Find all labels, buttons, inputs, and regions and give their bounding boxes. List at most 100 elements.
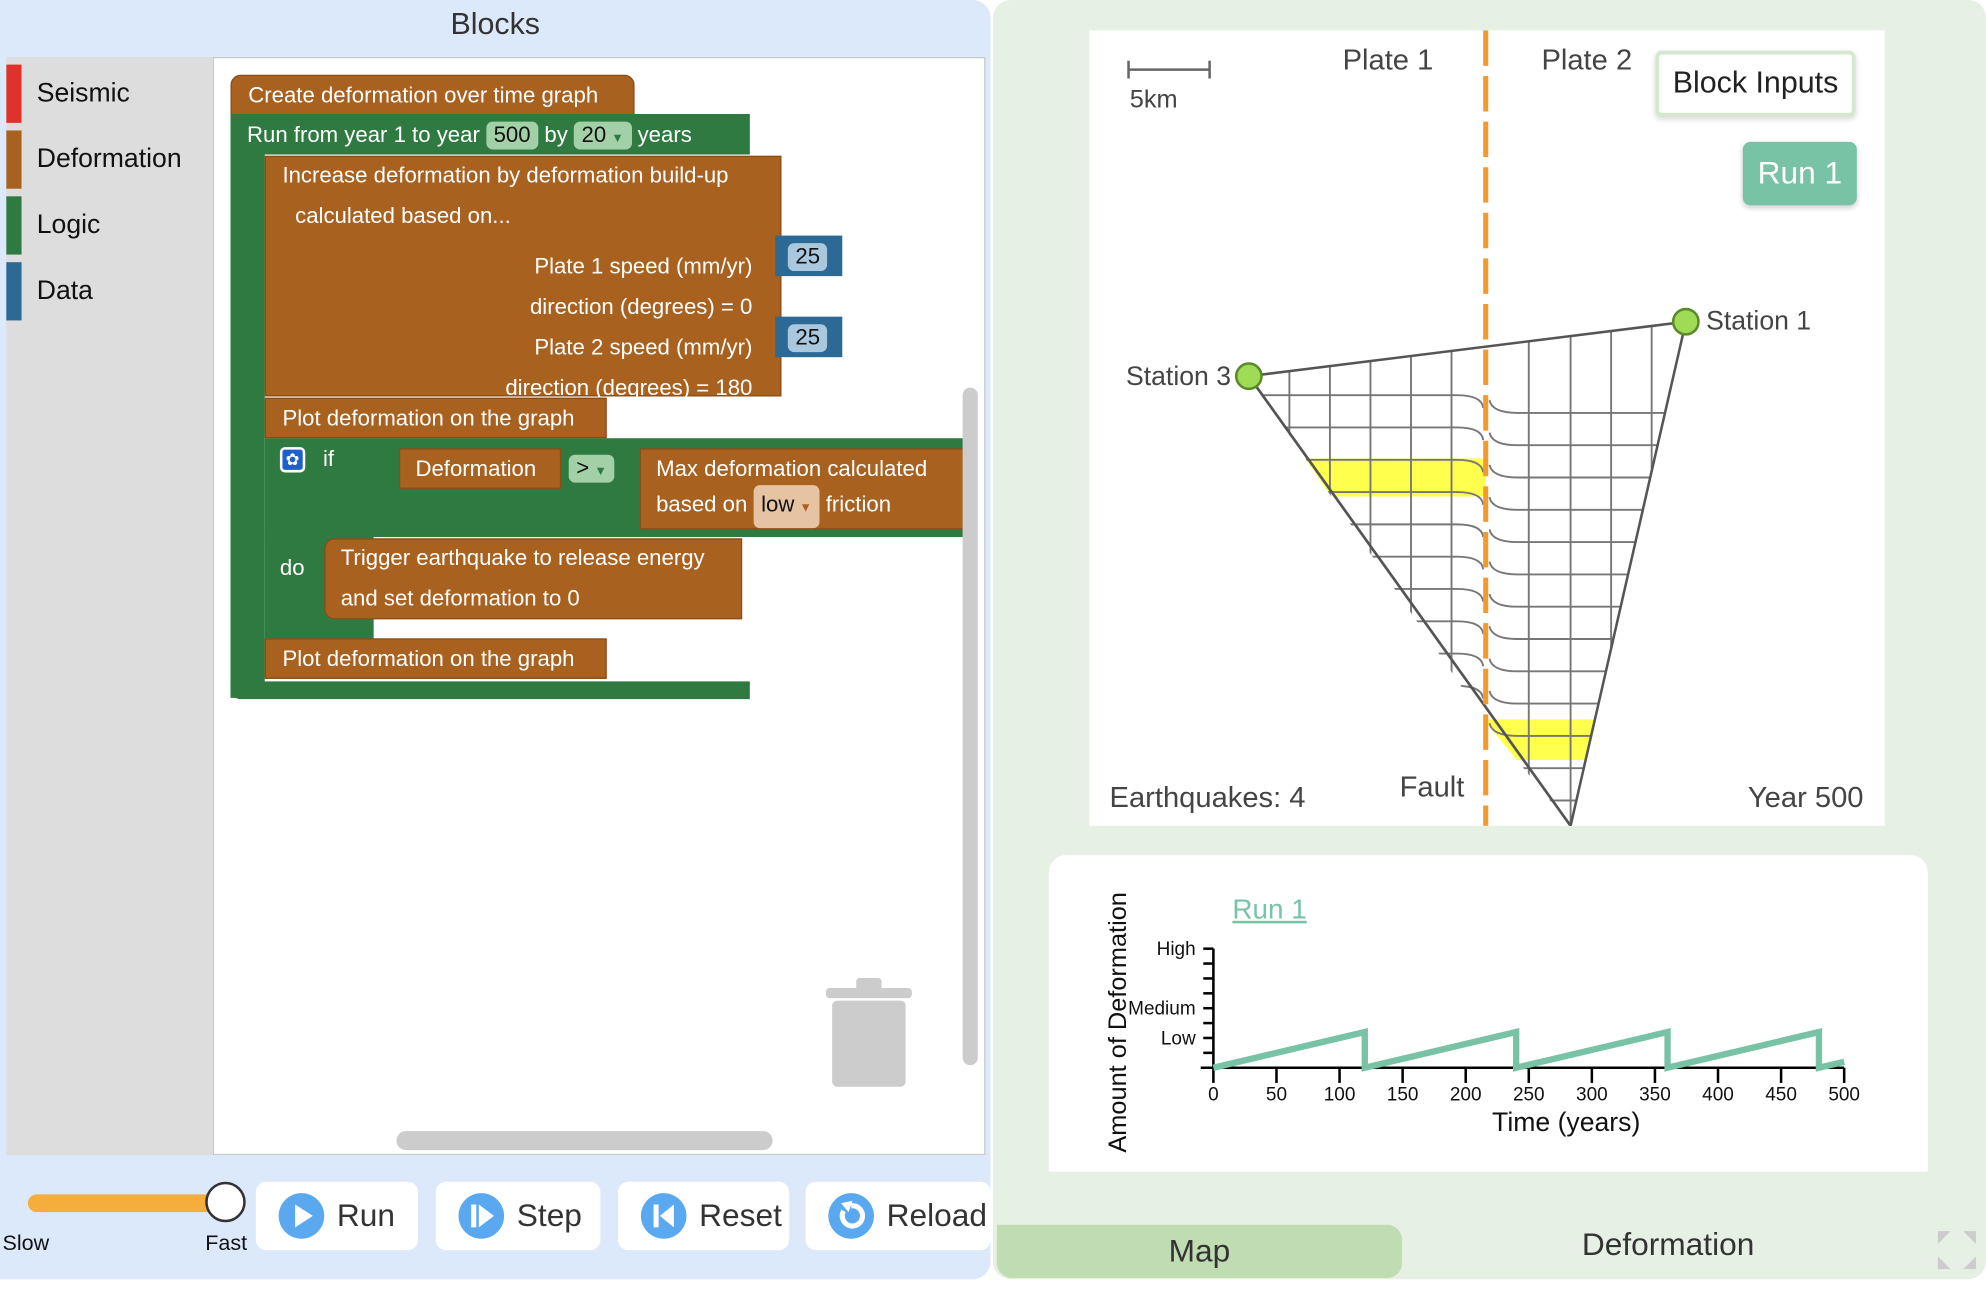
x-tick-label: 200 bbox=[1450, 1085, 1482, 1106]
trash-icon[interactable] bbox=[825, 977, 912, 1089]
block-text: Run from year 1 to year bbox=[246, 121, 480, 147]
grid-line bbox=[1248, 684, 1485, 699]
run-button[interactable]: Run bbox=[255, 1181, 418, 1251]
x-tick-label: 500 bbox=[1828, 1085, 1860, 1106]
category-logic[interactable]: Logic bbox=[6, 196, 212, 255]
operator-dropdown[interactable]: > ▼ bbox=[568, 454, 615, 482]
fault-label: Fault bbox=[1399, 770, 1465, 804]
block-text: calculated based on... bbox=[295, 202, 511, 228]
station-1-label: Station 1 bbox=[1706, 306, 1812, 336]
category-label: Data bbox=[36, 276, 93, 306]
reload-button[interactable]: Reload bbox=[805, 1181, 991, 1251]
speed-slider-handle[interactable] bbox=[205, 1181, 246, 1223]
scale-label: 5km bbox=[1129, 86, 1178, 114]
y-tick-label: High bbox=[1157, 939, 1196, 960]
grid-line bbox=[1488, 496, 1686, 511]
grid-line bbox=[1248, 426, 1485, 441]
step-button[interactable]: Step bbox=[435, 1181, 601, 1251]
category-color bbox=[6, 130, 22, 189]
create-graph-block[interactable]: Create deformation over time graph bbox=[230, 74, 635, 116]
grid-line bbox=[1248, 749, 1485, 764]
button-label: Run bbox=[336, 1197, 396, 1234]
max-deformation-block[interactable]: Max deformation calculated based on low ▼… bbox=[639, 448, 967, 530]
category-data[interactable]: Data bbox=[6, 262, 212, 321]
speed-slider[interactable] bbox=[27, 1194, 231, 1213]
gear-icon[interactable]: ✿ bbox=[279, 447, 306, 473]
deformation-chart: Low Medium High 0 50 100 150 200 250 300 350 400 450… bbox=[1128, 939, 1860, 1106]
dropdown-arrow-icon: ▼ bbox=[594, 464, 607, 479]
plate2-speed-value[interactable]: 25 bbox=[787, 324, 828, 352]
run-1-button[interactable]: Run 1 bbox=[1742, 141, 1857, 206]
tab-map[interactable]: Map bbox=[996, 1224, 1403, 1278]
grid-line bbox=[1488, 593, 1686, 608]
plate1-label: Plate 1 bbox=[1342, 43, 1434, 76]
category-label: Seismic bbox=[36, 78, 130, 108]
deformation-variable-block[interactable]: Deformation bbox=[398, 448, 562, 489]
blocks-title: Blocks bbox=[450, 7, 541, 42]
x-tick-label: 250 bbox=[1513, 1085, 1545, 1106]
x-tick-label: 0 bbox=[1208, 1085, 1219, 1106]
grid-line bbox=[1248, 555, 1485, 570]
run-controls: Slow Fast Run Step Reset Reload bbox=[0, 1178, 991, 1267]
friction-dropdown[interactable]: low ▼ bbox=[753, 485, 820, 529]
dropdown-arrow-icon: ▼ bbox=[611, 131, 624, 146]
block-inputs-button[interactable]: Block Inputs bbox=[1655, 50, 1856, 117]
category-label: Logic bbox=[36, 210, 101, 240]
station-1-marker[interactable] bbox=[1671, 307, 1700, 336]
plot-deformation-block[interactable]: Plot deformation on the graph bbox=[264, 397, 607, 439]
y-axis-label: Amount of Deformation bbox=[1104, 892, 1133, 1153]
tab-label: Map bbox=[1168, 1233, 1231, 1269]
trigger-earthquake-block[interactable]: Trigger earthquake to release energy and… bbox=[324, 538, 743, 620]
category-seismic[interactable]: Seismic bbox=[6, 64, 212, 123]
x-axis-label: Time (years) bbox=[1492, 1108, 1641, 1138]
reload-icon bbox=[828, 1193, 874, 1239]
run-loop-block[interactable]: Run from year 1 to year 500 by 20 ▼ years bbox=[230, 113, 750, 155]
plate1-speed-block[interactable]: 25 bbox=[775, 235, 843, 277]
grid-line bbox=[1248, 814, 1485, 826]
block-text: friction bbox=[825, 491, 892, 517]
slow-label: Slow bbox=[2, 1231, 50, 1256]
block-text: and set deformation to 0 bbox=[340, 584, 580, 610]
if-label: if bbox=[322, 445, 335, 472]
year-label: Year 500 bbox=[1747, 780, 1864, 814]
end-year-field[interactable]: 500 bbox=[485, 121, 539, 149]
grid-line bbox=[1248, 652, 1485, 667]
block-text: Increase deformation by deformation buil… bbox=[282, 162, 729, 188]
station-3-marker[interactable] bbox=[1234, 362, 1263, 391]
category-color bbox=[6, 196, 22, 255]
plate1-speed-value[interactable]: 25 bbox=[787, 243, 828, 271]
y-tick-label: Low bbox=[1161, 1028, 1196, 1049]
direction1-label: direction (degrees) = 0 bbox=[529, 293, 753, 320]
horizontal-scrollbar[interactable] bbox=[396, 1131, 773, 1151]
block-text: years bbox=[637, 121, 692, 147]
increase-deformation-block[interactable]: Increase deformation by deformation buil… bbox=[264, 155, 782, 400]
grid-line bbox=[1248, 717, 1485, 732]
grid-line bbox=[1248, 620, 1485, 635]
deformation-grid bbox=[1248, 321, 1686, 826]
y-tick-label: Medium bbox=[1128, 999, 1196, 1020]
reset-icon bbox=[640, 1193, 687, 1239]
earthquake-count: Earthquakes: 4 bbox=[1109, 780, 1306, 814]
vertical-scrollbar[interactable] bbox=[962, 387, 978, 1066]
play-icon bbox=[278, 1193, 325, 1239]
if-block[interactable]: ✿ if Deformation > ▼ Max deformation calc… bbox=[264, 438, 975, 538]
block-text: Max deformation calculated bbox=[656, 455, 928, 482]
reset-button[interactable]: Reset bbox=[618, 1181, 790, 1251]
step-value: 20 bbox=[581, 121, 607, 147]
x-tick-label: 150 bbox=[1387, 1085, 1419, 1106]
category-deformation[interactable]: Deformation bbox=[6, 130, 212, 189]
plate2-speed-block[interactable]: 25 bbox=[775, 316, 843, 358]
station-3-label: Station 3 bbox=[1126, 362, 1232, 392]
plate2-speed-label: Plate 2 speed (mm/yr) bbox=[534, 334, 753, 360]
loop-body-rail bbox=[230, 153, 265, 698]
grid-line bbox=[1248, 588, 1485, 602]
grid-line bbox=[1488, 658, 1686, 673]
deformation-graph-card: Low Medium High 0 50 100 150 200 250 300 350 400 450… bbox=[1048, 854, 1928, 1172]
grid-line bbox=[1248, 394, 1485, 409]
chart-title-run-1[interactable]: Run 1 bbox=[1232, 893, 1306, 926]
fullscreen-icon[interactable] bbox=[1935, 1229, 1978, 1272]
step-dropdown[interactable]: 20 ▼ bbox=[573, 121, 632, 149]
tab-deformation[interactable]: Deformation bbox=[1408, 1218, 1928, 1272]
plot-deformation-block[interactable]: Plot deformation on the graph bbox=[264, 638, 607, 679]
fault-map: 5km Plate 1 Plate 2 Block Inputs Run 1 S… bbox=[1089, 30, 1885, 826]
